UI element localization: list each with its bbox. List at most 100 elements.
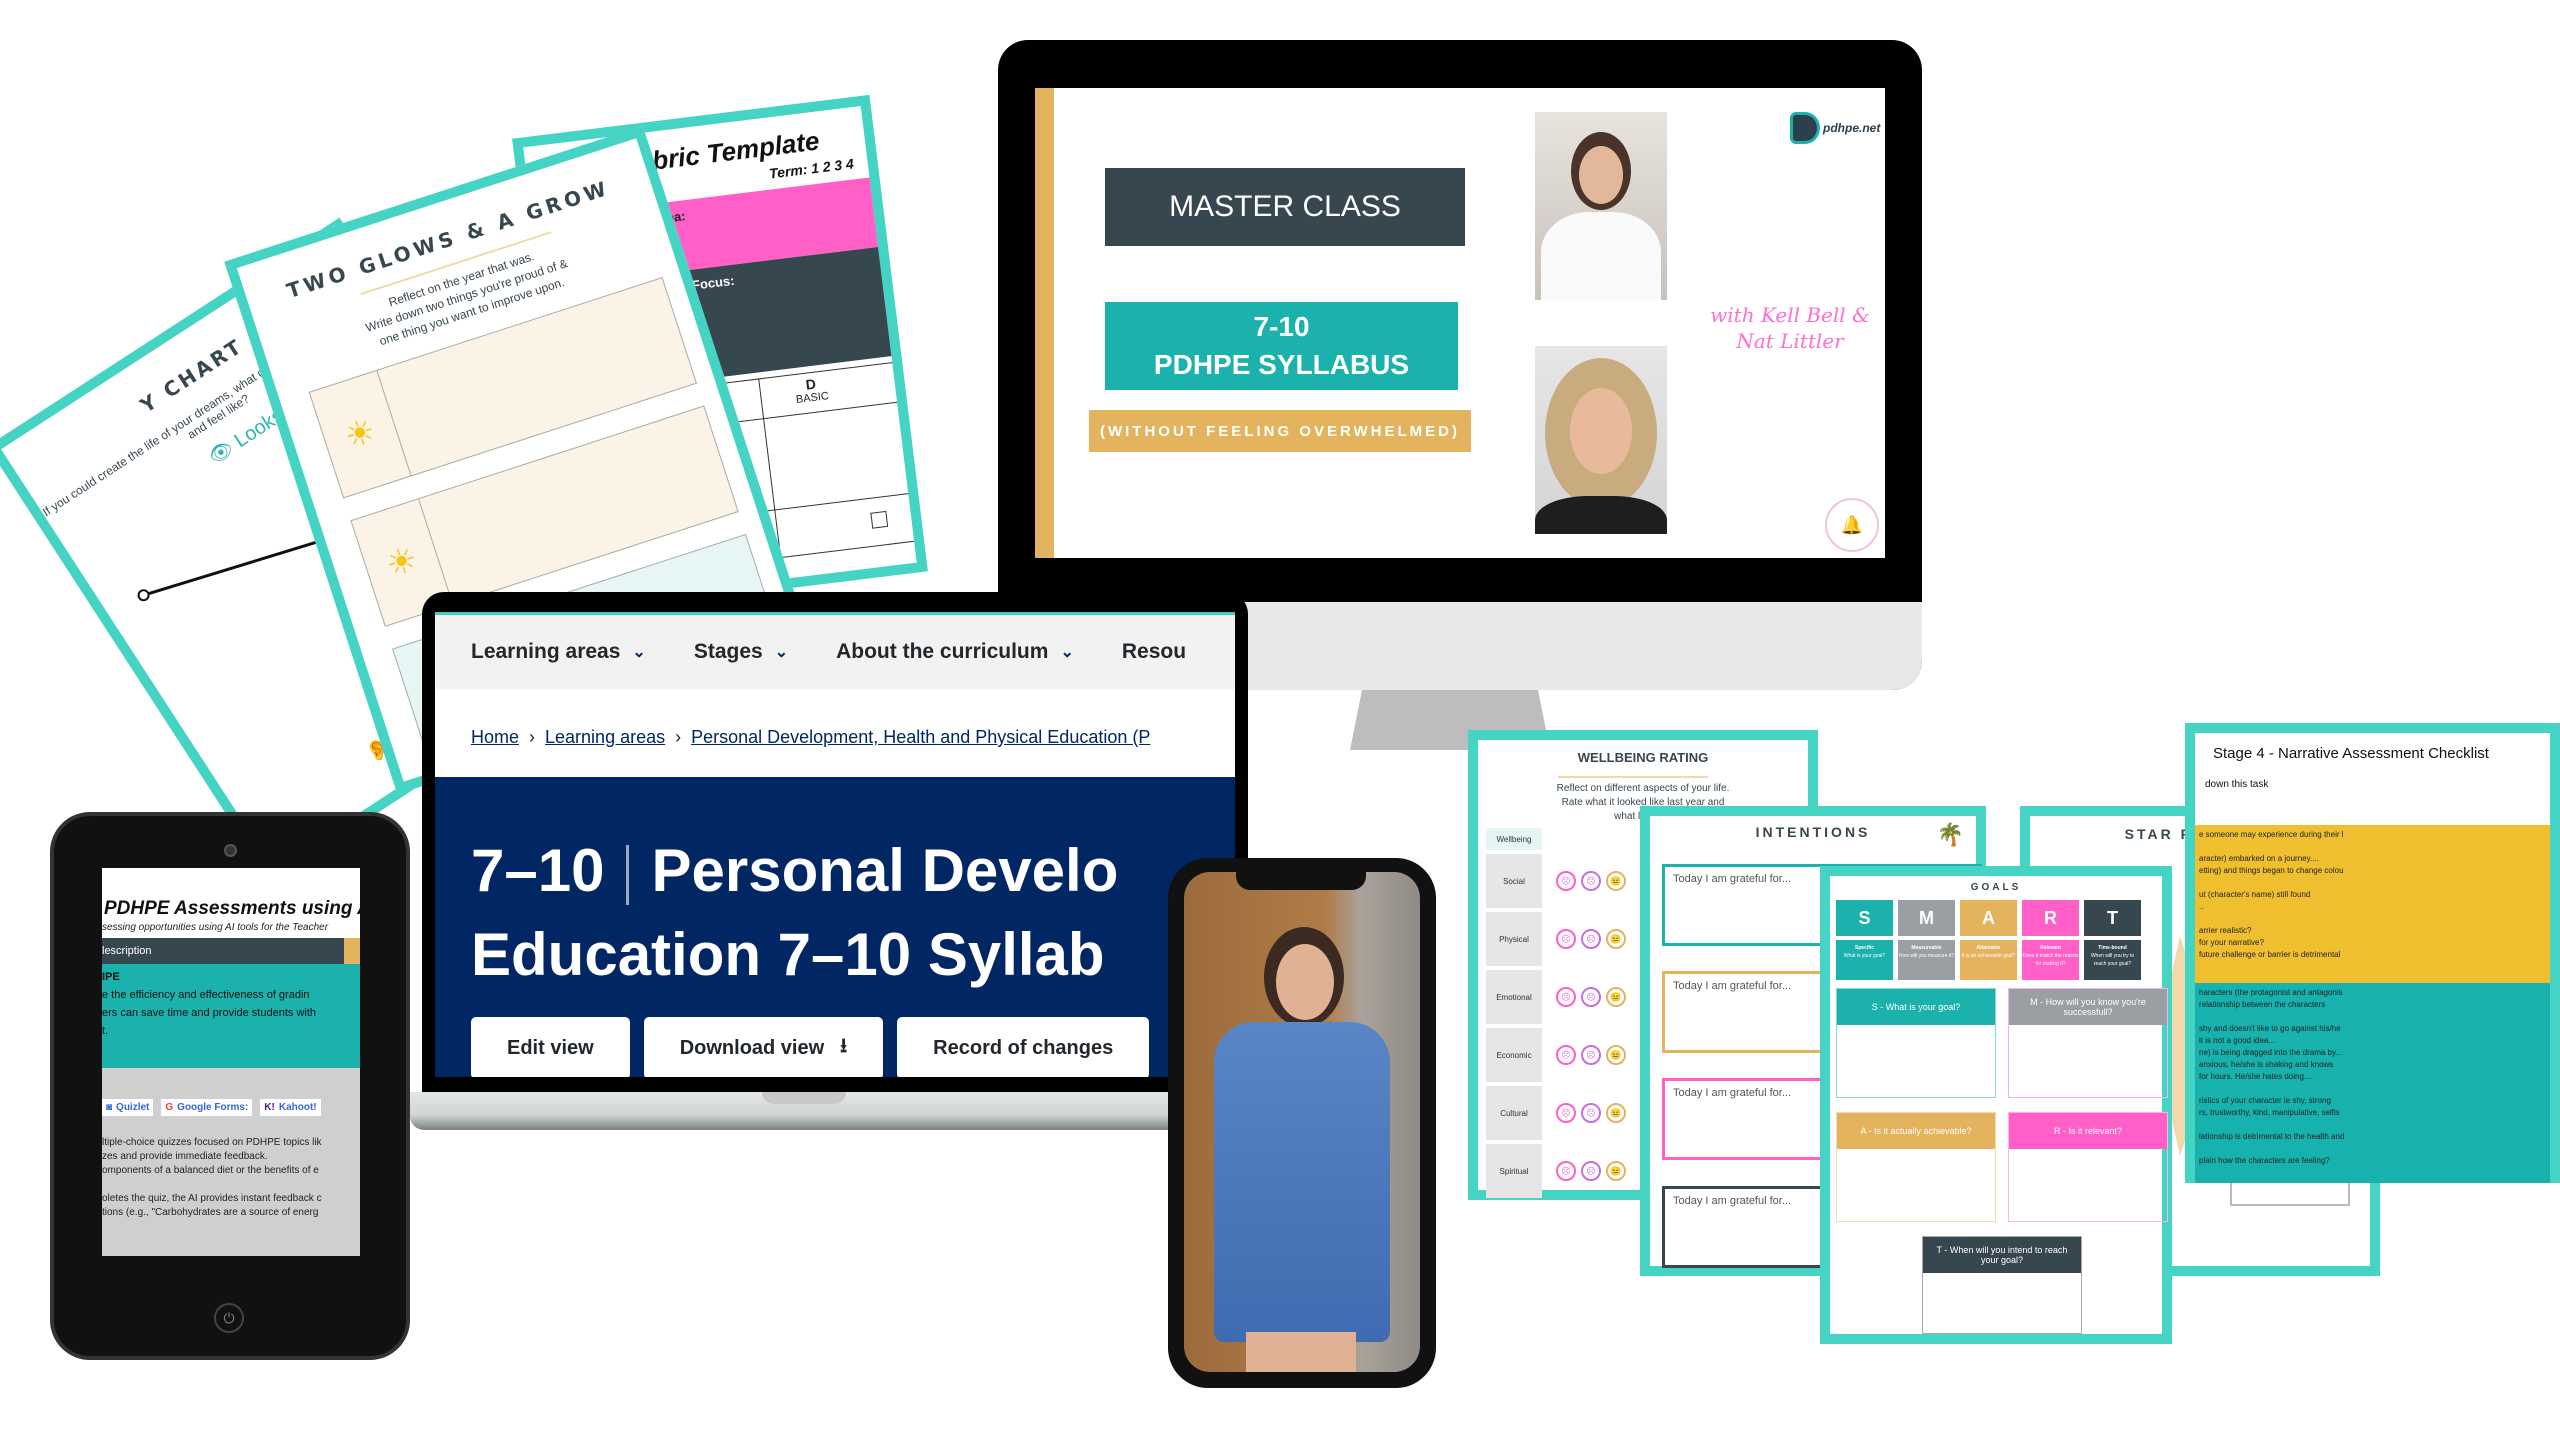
- google-forms-link[interactable]: G Google Forms:: [161, 1099, 253, 1116]
- goals-title: GOALS: [1970, 882, 2022, 893]
- checklist-line: for hours. He/she hates doing....: [2199, 1072, 2313, 1081]
- face-rating-icon[interactable]: 😐: [1606, 1103, 1626, 1123]
- smart-description: Specific What is your goal?: [1836, 940, 1893, 980]
- face-rating-icon[interactable]: ☹: [1581, 1161, 1601, 1181]
- goal-question-t[interactable]: T - When will you intend to reach your g…: [1922, 1236, 2082, 1334]
- checklist-line: relationship between the characters: [2199, 1000, 2326, 1009]
- face-rating-icon[interactable]: ☹: [1556, 871, 1576, 891]
- breadcrumb-home[interactable]: Home: [471, 727, 519, 747]
- checklist-line: [2199, 1083, 2546, 1095]
- rating-faces: ☹ ☹ 😐: [1556, 1045, 1626, 1065]
- face-rating-icon[interactable]: ☹: [1581, 1045, 1601, 1065]
- checklist-line: it is not a good idea...: [2199, 1036, 2276, 1045]
- checklist-line: [2199, 1119, 2546, 1131]
- checklist-line: rs, trustworthy, kind, manipulative, sel…: [2199, 1108, 2340, 1117]
- checklist-line: for your narrative?: [2199, 938, 2264, 947]
- rating-faces: ☹ ☹ 😐: [1556, 1103, 1626, 1123]
- face-rating-icon[interactable]: ☹: [1581, 1103, 1601, 1123]
- wellbeing-row-label: Social: [1486, 854, 1542, 908]
- smart-description: Relevant Does it match the reason for mak…: [2022, 940, 2079, 980]
- master-class-banner: MASTER CLASS: [1105, 168, 1465, 246]
- nav-stages[interactable]: Stages ⌄: [694, 640, 788, 664]
- face-rating-icon[interactable]: 😐: [1606, 871, 1626, 891]
- face-rating-icon[interactable]: 😐: [1606, 1045, 1626, 1065]
- chevron-down-icon: ⌄: [632, 644, 646, 661]
- power-icon[interactable]: ⏻: [214, 1303, 244, 1333]
- intentions-title: INTENTIONS: [1755, 824, 1871, 840]
- chevron-down-icon: ⌄: [774, 644, 789, 661]
- table-header: lescription: [102, 938, 360, 964]
- face-rating-icon[interactable]: ☹: [1581, 929, 1601, 949]
- checklist-line: future challenge or barrier is detriment…: [2199, 950, 2341, 959]
- smart-letter: R: [2022, 900, 2079, 936]
- face-rating-icon[interactable]: ☹: [1556, 929, 1576, 949]
- wellbeing-row-label: Spiritual: [1486, 1144, 1542, 1198]
- record-of-changes-button[interactable]: Record of changes: [897, 1017, 1150, 1077]
- wellbeing-title: WELLBEING RATING: [1577, 750, 1709, 765]
- nav-about-curriculum[interactable]: About the curriculum ⌄: [836, 640, 1074, 664]
- quizlet-link[interactable]: ◙ Quizlet: [102, 1099, 154, 1116]
- goal-question-s[interactable]: S - What is your goal?: [1836, 988, 1996, 1098]
- checklist-line: ristics of your character ie shy, strong: [2199, 1096, 2331, 1105]
- ai-assessments-doc: PDHPE Assessments using AI sessing oppor…: [102, 868, 360, 1256]
- narrative-subtitle: down this task: [2205, 779, 2269, 790]
- checklist-line: arrier realistic?: [2199, 926, 2252, 935]
- pdhpe-net-logo: pdhpe.net: [1790, 112, 1880, 144]
- breadcrumb-learning-areas[interactable]: Learning areas: [545, 727, 665, 747]
- face-rating-icon[interactable]: ☹: [1556, 987, 1576, 1007]
- smart-letter: M: [1898, 900, 1955, 936]
- checklist-line: [2199, 913, 2546, 925]
- presenter-photo-2: [1535, 346, 1667, 534]
- checklist-line: anxious, he/she is shaking and knows: [2199, 1060, 2334, 1069]
- doc-title: PDHPE Assessments using AI: [104, 898, 360, 919]
- course-banner: 7-10 PDHPE SYLLABUS: [1105, 302, 1458, 390]
- edit-view-button[interactable]: Edit view: [471, 1017, 630, 1077]
- page-title: 7–10 Personal Develo Education 7–10 Sylla…: [471, 837, 1119, 988]
- checklist-line: e someone may experience during their l: [2199, 830, 2344, 839]
- checklist-line: plain how the characters are feeling?: [2199, 1156, 2330, 1165]
- narrative-yellow-section: e someone may experience during their l …: [2195, 825, 2550, 983]
- doc-body: ltiple-choice quizzes focused on PDHPE t…: [102, 1137, 322, 1218]
- face-rating-icon[interactable]: ☹: [1556, 1161, 1576, 1181]
- masterclass-slide: MASTER CLASS 7-10 PDHPE SYLLABUS (WITHOU…: [1035, 88, 1885, 558]
- checklist-line: aracter) embarked on a journey....: [2199, 854, 2319, 863]
- download-view-button[interactable]: Download view ⭳: [643, 1017, 884, 1077]
- camera-icon: [224, 844, 237, 857]
- face-rating-icon[interactable]: ☹: [1581, 871, 1601, 891]
- face-rating-icon[interactable]: ☹: [1581, 987, 1601, 1007]
- syllabus-webpage: Learning areas ⌄ Stages ⌄ About the curric…: [435, 612, 1235, 1077]
- kahoot-link[interactable]: K! Kahoot!: [260, 1099, 321, 1116]
- face-rating-icon[interactable]: 😐: [1606, 987, 1626, 1007]
- smart-description: Time-bound When will you try to reach you…: [2084, 940, 2141, 980]
- face-rating-icon[interactable]: 😐: [1606, 1161, 1626, 1181]
- checklist-line: [2199, 1011, 2546, 1023]
- wellbeing-row-label: Economic: [1486, 1028, 1542, 1082]
- goal-question-a[interactable]: A - Is it actually achievable?: [1836, 1112, 1996, 1222]
- goal-question-m[interactable]: M - How will you know you're successfull…: [2008, 988, 2168, 1098]
- checklist-line: haracters (the protagonist and antagonis: [2199, 988, 2343, 997]
- face-rating-icon[interactable]: ☹: [1556, 1045, 1576, 1065]
- smart-description: Attainable It is an achievable goal?: [1960, 940, 2017, 980]
- rubric-checkbox[interactable]: [870, 510, 889, 529]
- rating-faces: ☹ ☹ 😐: [1556, 1161, 1626, 1181]
- nav-resources[interactable]: Resou: [1122, 640, 1186, 664]
- smart-letter: T: [2084, 900, 2141, 936]
- rating-faces: ☹ ☹ 😐: [1556, 987, 1626, 1007]
- breadcrumb-pdhpe[interactable]: Personal Development, Health and Physica…: [691, 727, 1150, 747]
- rating-faces: ☹ ☹ 😐: [1556, 871, 1626, 891]
- face-rating-icon[interactable]: ☹: [1556, 1103, 1576, 1123]
- kahoot-icon: K!: [264, 1102, 275, 1113]
- checklist-line: ..: [2199, 902, 2204, 911]
- presenters-credit: with Kell Bell & Nat Littler: [1710, 303, 1870, 353]
- presenter-phone-photo: [1184, 872, 1420, 1372]
- learning-network-badge: 🔔: [1825, 498, 1879, 552]
- checklist-line: [2199, 877, 2546, 889]
- syllabus-hero: 7–10 Personal Develo Education 7–10 Sylla…: [435, 777, 1235, 1077]
- checklist-line: lationship is detrimental to the health …: [2199, 1132, 2345, 1141]
- tagline-banner: (WITHOUT FEELING OVERWHELMED): [1089, 410, 1471, 452]
- goal-question-r[interactable]: R - Is it relevant?: [2008, 1112, 2168, 1222]
- checklist-line: ne) is being dragged into the drama by..…: [2199, 1048, 2343, 1057]
- nav-learning-areas[interactable]: Learning areas ⌄: [471, 640, 646, 664]
- checklist-line: [2199, 1143, 2546, 1155]
- face-rating-icon[interactable]: 😐: [1606, 929, 1626, 949]
